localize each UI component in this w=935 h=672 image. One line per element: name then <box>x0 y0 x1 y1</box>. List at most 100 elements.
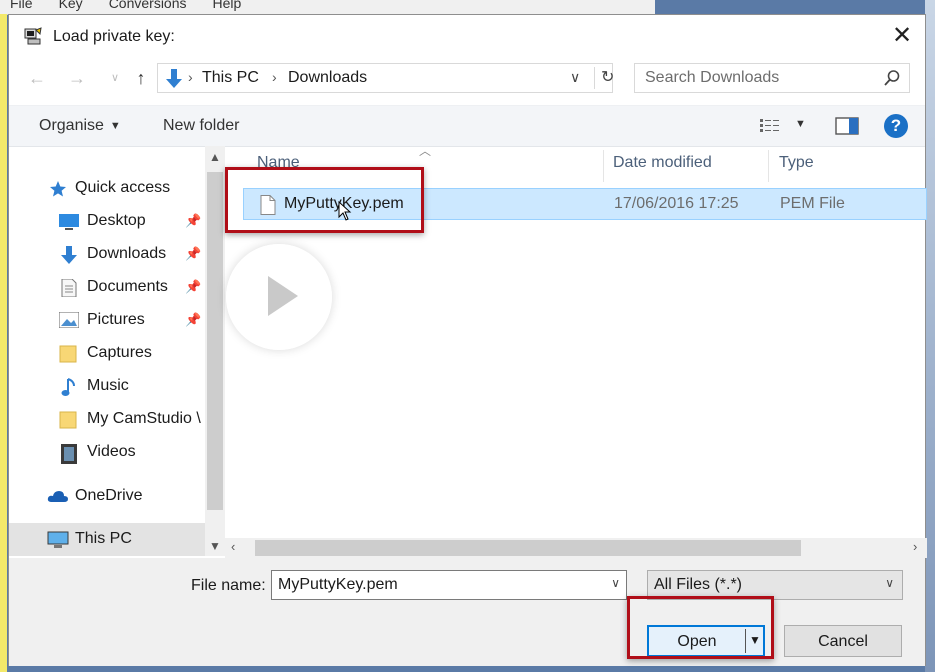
nav-label: Music <box>87 377 129 394</box>
nav-label: Videos <box>87 443 136 460</box>
highlight-box-open-button <box>627 596 774 659</box>
document-icon <box>61 278 81 298</box>
highlight-box-file <box>225 167 424 233</box>
nav-item-this-pc[interactable]: This PC <box>9 523 205 556</box>
download-arrow-icon <box>61 246 81 264</box>
organise-button[interactable]: Organise ▼ <box>39 117 121 135</box>
chevron-down-icon[interactable]: ∨ <box>885 576 894 590</box>
nav-item-my-camstudio[interactable]: My CamStudio \ <box>9 403 205 436</box>
background-app-window: File Key Conversions Help <box>0 0 655 15</box>
forward-arrow-icon[interactable]: → <box>67 67 87 89</box>
scrollbar-thumb[interactable] <box>207 172 223 510</box>
navigation-pane: Quick access Desktop 📌 Downloads 📌 Docum… <box>9 146 205 556</box>
file-name-label: File name: <box>191 577 266 594</box>
address-history-chevron-icon[interactable]: ∨ <box>570 69 580 86</box>
column-header-date-modified[interactable]: Date modified <box>613 154 712 172</box>
navigation-bar: ← → ∨ ↑ › This PC › Downloads ∨ ↻ Search… <box>9 61 925 97</box>
nav-item-downloads[interactable]: Downloads 📌 <box>9 238 205 271</box>
search-box[interactable]: Search Downloads <box>634 63 910 93</box>
cloud-icon <box>47 488 68 506</box>
download-arrow-icon <box>166 69 182 94</box>
file-name-value[interactable]: MyPuttyKey.pem <box>278 576 398 594</box>
command-toolbar: Organise ▼ New folder ▼ ? <box>9 105 925 147</box>
menu-help[interactable]: Help <box>213 0 242 11</box>
nav-item-documents[interactable]: Documents 📌 <box>9 271 205 304</box>
caret-down-icon: ▼ <box>109 119 121 132</box>
cancel-button-label: Cancel <box>818 633 868 650</box>
back-arrow-icon[interactable]: ← <box>27 67 47 89</box>
pin-icon[interactable]: 📌 <box>185 279 201 295</box>
close-button[interactable]: ✕ <box>889 23 915 49</box>
scroll-right-icon[interactable]: › <box>913 539 917 554</box>
play-icon <box>268 276 298 316</box>
menu-conversions[interactable]: Conversions <box>109 0 187 11</box>
desktop-icon <box>59 213 79 231</box>
film-icon <box>61 444 81 464</box>
change-view-icon[interactable] <box>760 118 784 139</box>
picture-icon <box>58 311 80 330</box>
load-private-key-dialog: Load private key: ✕ ← → ∨ ↑ › This PC › … <box>8 14 927 666</box>
music-note-icon <box>61 378 81 396</box>
file-name-field[interactable]: MyPuttyKey.pem ∨ <box>271 570 627 600</box>
computer-icon <box>47 531 69 549</box>
dialog-footer: File name: MyPuttyKey.pem ∨ All Files (*… <box>9 558 925 666</box>
search-input[interactable]: Search Downloads <box>645 69 779 87</box>
file-type: PEM File <box>780 195 845 212</box>
scroll-left-icon[interactable]: ‹ <box>231 539 235 554</box>
up-arrow-icon[interactable]: ↑ <box>131 67 151 89</box>
navigation-scrollbar[interactable]: ▲ ▼ <box>205 146 225 556</box>
background-menu: File Key Conversions Help <box>10 0 241 11</box>
scroll-down-icon[interactable]: ▼ <box>208 539 222 553</box>
nav-item-desktop[interactable]: Desktop 📌 <box>9 205 205 238</box>
cancel-button[interactable]: Cancel <box>784 625 902 657</box>
search-icon[interactable] <box>883 69 901 92</box>
folder-icon <box>59 411 79 429</box>
file-list-horizontal-scrollbar[interactable]: ‹ › <box>225 538 927 558</box>
breadcrumb-separator: › <box>272 69 277 85</box>
nav-label: Captures <box>87 344 152 361</box>
pin-icon[interactable]: 📌 <box>185 312 201 328</box>
scrollbar-thumb[interactable] <box>255 540 801 556</box>
file-date-modified: 17/06/2016 17:25 <box>614 195 739 212</box>
background-edge <box>0 14 7 672</box>
menu-file[interactable]: File <box>10 0 33 11</box>
nav-item-onedrive[interactable]: OneDrive <box>9 480 205 513</box>
folder-icon <box>59 345 79 363</box>
title-bar: Load private key: ✕ <box>9 15 925 59</box>
nav-item-quick-access[interactable]: Quick access <box>9 172 205 205</box>
address-bar[interactable]: › This PC › Downloads ∨ ↻ <box>157 63 614 94</box>
nav-label: Documents <box>87 278 168 295</box>
view-options-caret-icon[interactable]: ▼ <box>795 118 806 130</box>
breadcrumb-separator: › <box>188 69 193 85</box>
column-header-type[interactable]: Type <box>779 154 814 172</box>
column-divider[interactable] <box>768 150 769 182</box>
breadcrumb-this-pc[interactable]: This PC <box>202 69 259 87</box>
nav-label: My CamStudio \ <box>87 410 201 427</box>
puttygen-app-icon <box>23 26 43 46</box>
video-play-button[interactable] <box>226 244 332 350</box>
column-divider[interactable] <box>603 150 604 182</box>
pin-icon[interactable]: 📌 <box>185 213 201 229</box>
scroll-up-icon[interactable]: ▲ <box>208 150 222 164</box>
dialog-title: Load private key: <box>53 28 175 45</box>
help-icon[interactable]: ? <box>884 114 908 138</box>
file-type-filter-value: All Files (*.*) <box>654 576 743 593</box>
menu-key[interactable]: Key <box>59 0 83 11</box>
recent-locations-chevron-icon[interactable]: ∨ <box>105 67 125 89</box>
refresh-icon[interactable]: ↻ <box>594 67 619 89</box>
breadcrumb-downloads[interactable]: Downloads <box>288 69 367 87</box>
pin-icon[interactable]: 📌 <box>185 246 201 262</box>
nav-item-pictures[interactable]: Pictures 📌 <box>9 304 205 337</box>
preview-pane-icon[interactable] <box>835 116 859 141</box>
sort-ascending-icon: ︿ <box>419 144 432 158</box>
nav-item-music[interactable]: Music <box>9 370 205 403</box>
nav-label: OneDrive <box>75 487 143 504</box>
new-folder-button[interactable]: New folder <box>163 117 239 135</box>
nav-item-videos[interactable]: Videos <box>9 436 205 469</box>
nav-label: Desktop <box>87 212 146 229</box>
nav-label: Pictures <box>87 311 145 328</box>
star-icon <box>49 180 69 198</box>
nav-item-captures[interactable]: Captures <box>9 337 205 370</box>
nav-label: Downloads <box>87 245 167 262</box>
chevron-down-icon[interactable]: ∨ <box>611 576 620 590</box>
